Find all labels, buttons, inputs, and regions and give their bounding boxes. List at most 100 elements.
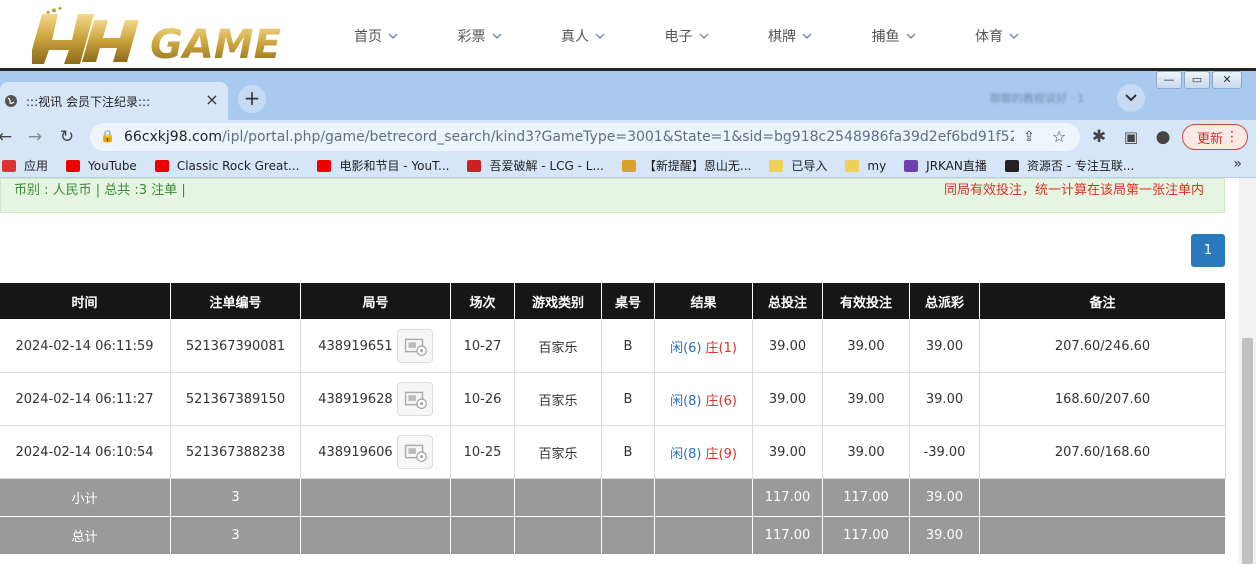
profile-icon[interactable]: ● bbox=[1152, 126, 1174, 148]
currency-summary: 币别 : 人民币 | 总共 :3 注单 | bbox=[14, 183, 186, 198]
bookmark-item[interactable]: 电影和节目 - YouT... bbox=[317, 157, 449, 174]
nav-item-slots[interactable]: 电子 bbox=[641, 0, 745, 72]
nav-item-home[interactable]: 首页 bbox=[330, 0, 434, 72]
extensions-icon[interactable]: ✱ bbox=[1088, 126, 1110, 148]
side-panel-icon[interactable]: ▣ bbox=[1120, 126, 1142, 148]
scrollbar-thumb[interactable] bbox=[1242, 338, 1253, 564]
valid-bet-note: 同局有效投注，统一计算在该局第一张注单内 bbox=[943, 183, 1204, 198]
valid-bet: 39.00 bbox=[822, 319, 910, 373]
bet-time: 2024-02-14 06:10:54 bbox=[0, 425, 171, 479]
round-wrapper: 438919628 bbox=[301, 382, 450, 416]
empty-cell bbox=[514, 478, 602, 517]
result: 闲(8) 庄(6) bbox=[654, 372, 753, 426]
bet-id: 521367390081 bbox=[170, 319, 301, 373]
page-scrollbar[interactable] bbox=[1239, 178, 1256, 564]
window-top-border bbox=[0, 68, 1256, 71]
bookmark-label: Classic Rock Great... bbox=[176, 158, 300, 173]
nav-label: 电子 bbox=[664, 29, 693, 45]
star-icon[interactable]: ☆ bbox=[1048, 126, 1070, 148]
bookmark-item[interactable]: 吾爱破解 - LCG - L... bbox=[467, 157, 604, 174]
nav-label: 捕鱼 bbox=[871, 29, 900, 45]
bookmark-item[interactable]: 资源否 - 专注互联... bbox=[1004, 157, 1134, 174]
bookmark-item[interactable]: 已导入 bbox=[769, 157, 827, 174]
nav-item-live[interactable]: 真人 bbox=[537, 0, 641, 72]
new-tab-button[interactable]: + bbox=[238, 85, 266, 113]
nav-label: 首页 bbox=[354, 29, 382, 45]
video-replay-icon[interactable] bbox=[396, 435, 433, 469]
bookmark-item[interactable]: my bbox=[845, 159, 886, 173]
nav-label: 彩票 bbox=[457, 29, 486, 45]
minimize-button[interactable]: — bbox=[1156, 71, 1182, 89]
column-header: 桌号 bbox=[601, 282, 655, 320]
bookmark-label: 【新提醒】恩山无... bbox=[643, 159, 752, 173]
total-bet: 39.00 bbox=[752, 319, 823, 373]
update-button[interactable]: 更新 ⋮ bbox=[1182, 124, 1248, 150]
nav-item-lottery[interactable]: 彩票 bbox=[434, 0, 538, 72]
table-number: B bbox=[601, 319, 655, 373]
round-cell: 438919651 bbox=[300, 319, 451, 373]
bookmarks-overflow-button[interactable]: » bbox=[1233, 156, 1242, 172]
youtube-icon bbox=[317, 159, 332, 172]
hh-game-logo[interactable]: GAME bbox=[32, 6, 302, 68]
share-icon[interactable]: ⇪ bbox=[1018, 126, 1040, 148]
bookmark-label: 应用 bbox=[24, 159, 49, 173]
browser-toolbar: ← → ↻ 🔒 66cxkj98.com/ipl/portal.php/game… bbox=[0, 120, 1256, 154]
bookmark-item[interactable]: Classic Rock Great... bbox=[154, 158, 300, 173]
bookmark-item[interactable]: JRKAN直播 bbox=[904, 157, 987, 174]
table-number: B bbox=[601, 425, 655, 479]
bet-time: 2024-02-14 06:11:27 bbox=[0, 372, 171, 426]
bookmark-label: 吾爱破解 - LCG - L... bbox=[489, 159, 604, 173]
bookmark-item[interactable]: 应用 bbox=[2, 157, 48, 174]
payout: -39.00 bbox=[909, 425, 980, 479]
window-close-button[interactable]: ✕ bbox=[1212, 71, 1242, 89]
nav-item-cards[interactable]: 棋牌 bbox=[744, 0, 848, 72]
lock-icon: 🔒 bbox=[100, 129, 115, 143]
round-wrapper: 438919651 bbox=[301, 329, 450, 363]
url-text[interactable]: 66cxkj98.com/ipl/portal.php/game/betreco… bbox=[124, 129, 1014, 145]
url-path: /ipl/portal.php/game/betrecord_search/ki… bbox=[221, 129, 1014, 145]
empty-cell bbox=[514, 516, 602, 555]
bookmark-item[interactable]: 【新提醒】恩山无... bbox=[621, 157, 752, 174]
result: 闲(6) 庄(1) bbox=[654, 319, 753, 373]
forward-icon[interactable]: → bbox=[24, 126, 46, 148]
round-cell: 438919606 bbox=[300, 425, 451, 479]
column-header: 总派彩 bbox=[909, 282, 980, 320]
more-icon: ⋮ bbox=[1225, 129, 1239, 145]
window-controls: — ▭ ✕ bbox=[1156, 71, 1244, 89]
globe-icon bbox=[5, 95, 17, 107]
active-tab[interactable]: :::视讯 会员下注纪录::: × bbox=[0, 82, 228, 120]
url-domain: 66cxkj98.com bbox=[124, 129, 222, 145]
round-wrapper: 438919606 bbox=[301, 435, 450, 469]
site-icon bbox=[621, 159, 636, 172]
video-replay-icon[interactable] bbox=[396, 329, 433, 363]
empty-cell bbox=[300, 516, 451, 555]
back-icon[interactable]: ← bbox=[0, 126, 16, 148]
session: 10-27 bbox=[450, 319, 515, 373]
column-header: 结果 bbox=[654, 282, 753, 320]
round-cell: 438919628 bbox=[300, 372, 451, 426]
browser-window: :::视讯 会员下注纪录::: × + 聊聊的教程说好 · 1 — ▭ ✕ ← … bbox=[0, 68, 1256, 564]
table-row: 2024-02-14 06:11:27 521367389150 438919628… bbox=[0, 372, 1226, 426]
nav-item-fishing[interactable]: 捕鱼 bbox=[848, 0, 952, 72]
bookmark-item[interactable]: YouTube bbox=[66, 159, 137, 173]
chevron-down-icon bbox=[698, 33, 709, 40]
column-header: 时间 bbox=[0, 282, 171, 320]
pagination-page-1[interactable]: 1 bbox=[1191, 234, 1225, 267]
maximize-button[interactable]: ▭ bbox=[1184, 71, 1210, 89]
video-replay-icon[interactable] bbox=[396, 382, 433, 416]
empty-cell bbox=[979, 516, 1226, 555]
reload-icon[interactable]: ↻ bbox=[56, 126, 78, 148]
tab-search-button[interactable] bbox=[1117, 84, 1145, 112]
column-header: 备注 bbox=[979, 282, 1226, 320]
apps-icon bbox=[2, 159, 16, 172]
tab-title: :::视讯 会员下注纪录::: bbox=[26, 94, 151, 109]
address-bar[interactable]: 🔒 66cxkj98.com/ipl/portal.php/game/betre… bbox=[90, 123, 1080, 151]
nav-item-sports[interactable]: 体育 bbox=[951, 0, 1055, 72]
chevron-down-icon bbox=[905, 33, 916, 40]
table-row: 2024-02-14 06:11:59 521367390081 438919651… bbox=[0, 319, 1226, 373]
player-result: 闲(8) bbox=[670, 393, 702, 409]
empty-cell bbox=[979, 478, 1226, 517]
page-content: 币别 : 人民币 | 总共 :3 注单 | 同局有效投注，统一计算在该局第一张注… bbox=[0, 178, 1256, 564]
close-icon[interactable]: × bbox=[204, 91, 220, 109]
youtube-icon bbox=[154, 159, 169, 172]
